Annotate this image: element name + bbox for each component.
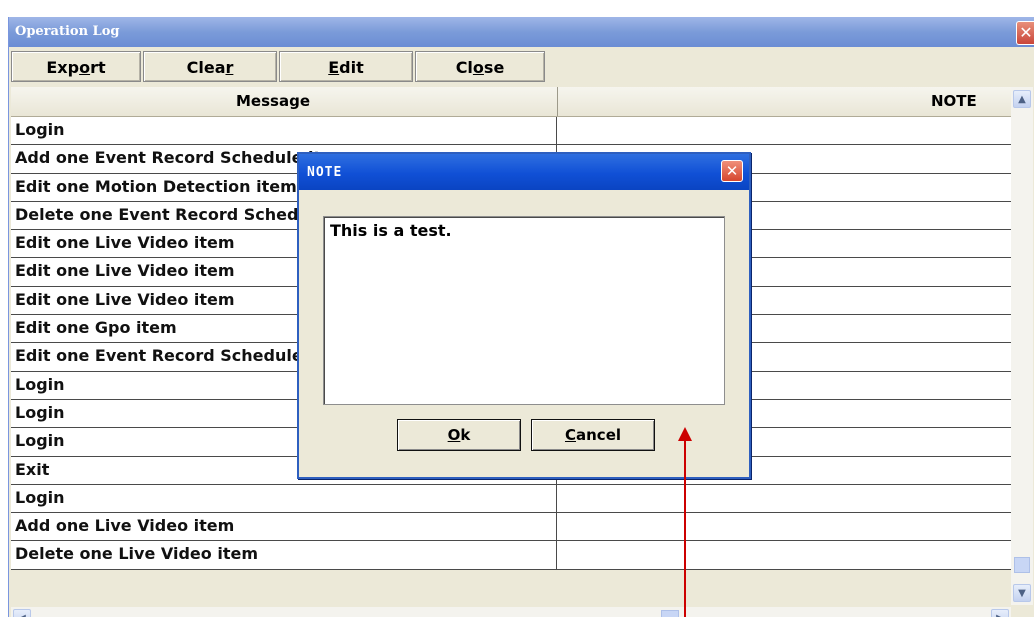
window-titlebar[interactable]: Operation Log ✕ xyxy=(9,17,1034,47)
message-cell[interactable]: Add one Live Video item xyxy=(11,513,557,541)
ok-label-post: k xyxy=(460,426,471,444)
annotation-arrow-line xyxy=(684,440,686,617)
edit-button[interactable]: Edit xyxy=(279,51,413,82)
cancel-button[interactable]: Cancel xyxy=(531,419,655,451)
message-cell[interactable]: Delete one Live Video item xyxy=(11,541,557,569)
column-separator[interactable] xyxy=(557,87,558,116)
table-row[interactable]: Login xyxy=(11,484,1011,514)
grid-header: Message NOTE xyxy=(11,87,1011,117)
table-row[interactable]: Login xyxy=(11,117,1011,146)
note-cell[interactable] xyxy=(557,117,1011,144)
annotation-arrow-head xyxy=(678,427,692,441)
note-dialog-close-icon[interactable]: ✕ xyxy=(721,160,743,182)
clear-accel: r xyxy=(225,58,234,77)
scroll-up-icon[interactable]: ▲ xyxy=(1013,90,1031,108)
clear-label-pre: Clea xyxy=(186,58,226,77)
note-cell[interactable] xyxy=(557,513,1011,540)
close-accel: o xyxy=(472,58,484,77)
export-button[interactable]: Export xyxy=(11,51,141,82)
column-header-message[interactable]: Message xyxy=(236,87,310,116)
column-header-note[interactable]: NOTE xyxy=(931,87,977,116)
cancel-accel: C xyxy=(564,426,576,444)
ok-accel: O xyxy=(447,426,461,444)
close-button[interactable]: Close xyxy=(415,51,545,82)
scroll-down-icon[interactable]: ▼ xyxy=(1013,584,1031,602)
edit-accel: E xyxy=(328,58,340,77)
ok-button[interactable]: Ok xyxy=(397,419,521,451)
cancel-label-post: ancel xyxy=(576,426,622,444)
horizontal-scroll-thumb[interactable] xyxy=(661,610,679,617)
export-label-post: rt xyxy=(90,58,106,77)
horizontal-scrollbar[interactable]: ◀ ▶ xyxy=(11,607,1011,617)
table-row[interactable]: Delete one Live Video item xyxy=(11,541,1011,570)
vertical-scrollbar[interactable]: ▲ ▼ xyxy=(1011,87,1033,605)
note-text-input[interactable] xyxy=(323,216,725,405)
message-cell[interactable]: Login xyxy=(11,117,557,145)
clear-button[interactable]: Clear xyxy=(143,51,277,82)
close-label-post: se xyxy=(483,58,505,77)
window-close-icon[interactable]: ✕ xyxy=(1016,21,1034,45)
scroll-left-icon[interactable]: ◀ xyxy=(13,609,31,617)
export-accel: o xyxy=(79,58,91,77)
note-dialog-title: NOTE xyxy=(307,165,343,180)
note-cell[interactable] xyxy=(557,485,1011,512)
export-label-pre: Exp xyxy=(46,58,80,77)
table-row[interactable]: Add one Live Video item xyxy=(11,513,1011,542)
scroll-right-icon[interactable]: ▶ xyxy=(991,609,1009,617)
note-cell[interactable] xyxy=(557,541,1011,568)
toolbar: Export Clear Edit Close xyxy=(9,51,1034,85)
vertical-scroll-thumb[interactable] xyxy=(1014,557,1030,573)
message-cell[interactable]: Login xyxy=(11,484,557,513)
note-dialog-titlebar[interactable]: NOTE ✕ xyxy=(299,154,749,190)
window-title: Operation Log xyxy=(15,24,120,39)
edit-label-post: dit xyxy=(339,58,364,77)
close-label-pre: Cl xyxy=(455,58,473,77)
